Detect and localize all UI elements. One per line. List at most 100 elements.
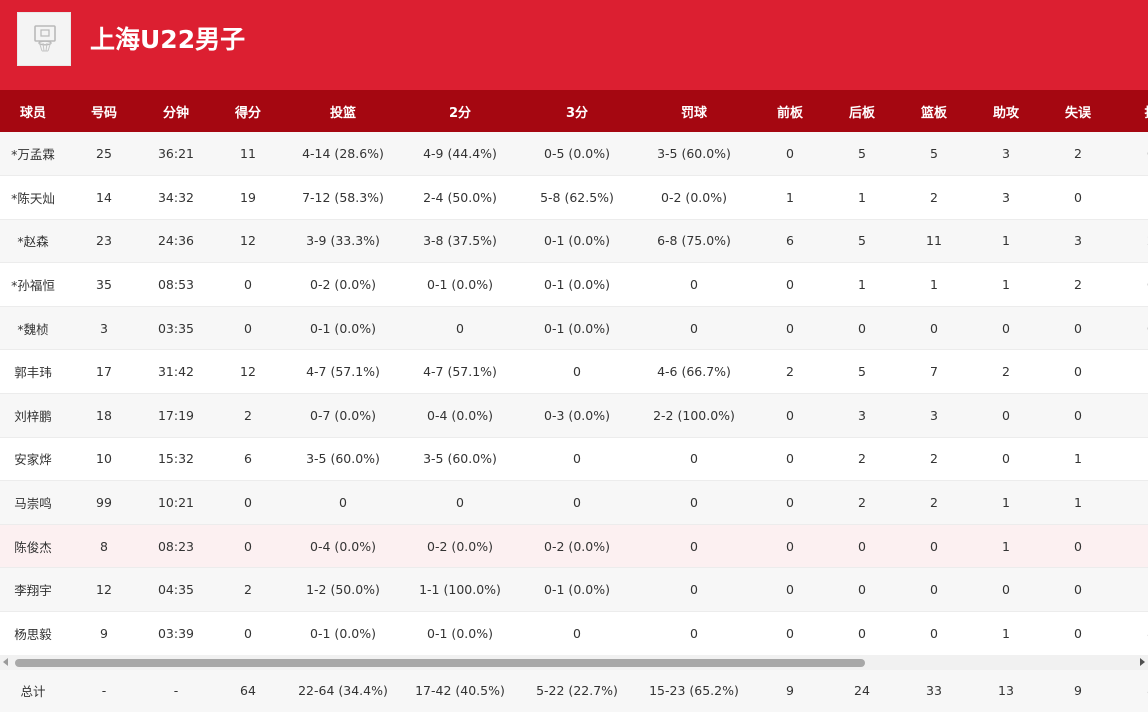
scroll-left-arrow-icon[interactable]: [3, 658, 8, 666]
stat-cell-points: 11: [210, 132, 286, 177]
player-name[interactable]: *赵森: [0, 219, 66, 264]
stat-cell-2pt: 0: [400, 480, 520, 525]
player-row[interactable]: 杨思毅903:3900-1 (0.0%)0-1 (0.0%)00000108: [0, 611, 1148, 655]
total-cell-ast: 13: [970, 670, 1042, 712]
player-row[interactable]: *赵森 23 24:36 12 3-9 (33.3%) 3-8 (37.5%) 0-1 (0…: [0, 219, 1148, 264]
total-cell-points: 64: [210, 670, 286, 712]
stat-cell-minutes: 03:35: [142, 306, 210, 351]
stat-cell-tov: 0: [1042, 306, 1114, 351]
stat-cell-reb: 5: [898, 132, 970, 177]
stat-cell-2pt: 0: [400, 306, 520, 351]
player-name[interactable]: 陈俊杰: [0, 524, 66, 569]
stat-cell-stl: 1: [1114, 437, 1148, 482]
total-cell-ft: 15-23 (65.2%): [634, 670, 754, 712]
stat-cell-fg: 0-2 (0.0%): [286, 262, 400, 307]
stat-cell-minutes: 03:39: [142, 611, 210, 655]
stat-cell-oreb: 0: [754, 306, 826, 351]
stat-cell-oreb: 0: [754, 611, 826, 655]
stat-cell-minutes: 24:36: [142, 219, 210, 264]
stat-cell-dreb: 1: [826, 262, 898, 307]
player-row[interactable]: 李翔宇 12 04:35 2 1-2 (50.0%) 1-1 (100.0%) 0-1 (0…: [0, 567, 1148, 613]
column-header-dreb[interactable]: 后板: [826, 90, 898, 132]
column-header-3pt[interactable]: 3分: [520, 90, 634, 132]
player-name[interactable]: *魏桢: [0, 306, 66, 351]
player-name[interactable]: *万孟霖: [0, 132, 66, 177]
stat-cell-dreb: 5: [826, 349, 898, 395]
player-name[interactable]: *孙福恒: [0, 262, 66, 307]
player-row[interactable]: 马崇鸣9910:2100000022111: [0, 480, 1148, 525]
player-row[interactable]: *孙福恒 35 08:53 0 0-2 (0.0%) 0-1 (0.0%) 0-1 (0.0…: [0, 262, 1148, 307]
stat-cell-fg: 0-4 (0.0%): [286, 524, 400, 569]
player-row[interactable]: 刘梓鹏 18 17:19 2 0-7 (0.0%) 0-4 (0.0%) 0-3 (0.0%…: [0, 393, 1148, 438]
player-row[interactable]: 安家烨 10 15:32 6 3-5 (60.0%) 3-5 (60.0%) 0 0 0 2 2 0 1…: [0, 437, 1148, 482]
horizontal-scrollbar[interactable]: [0, 655, 1148, 670]
stat-cell-ast: 1: [970, 480, 1042, 525]
column-header-tov[interactable]: 失误: [1042, 90, 1114, 132]
player-row[interactable]: *魏桢303:3500-1 (0.0%)00-1 (0.0%)0000000: [0, 306, 1148, 351]
basketball-hoop-icon: [34, 25, 56, 52]
player-name[interactable]: 杨思毅: [0, 611, 66, 655]
player-name[interactable]: 李翔宇: [0, 567, 66, 613]
column-header-2pt[interactable]: 2分: [400, 90, 520, 132]
column-header-player[interactable]: 球员: [0, 90, 66, 132]
player-row[interactable]: 陈俊杰 8 08:23 0 0-4 (0.0%) 0-2 (0.0%) 0-2 (0.0%)…: [0, 524, 1148, 569]
stat-cell-dreb: 0: [826, 524, 898, 569]
player-row[interactable]: 郭丰玮 17 31:42 12 4-7 (57.1%) 4-7 (57.1%) 0 4-6 (…: [0, 349, 1148, 395]
total-cell-fg: 22-64 (34.4%): [286, 670, 400, 712]
stat-cell-fg: 0-7 (0.0%): [286, 393, 400, 438]
column-header-fg[interactable]: 投篮: [286, 90, 400, 132]
stat-cell-tov: 2: [1042, 132, 1114, 177]
stat-cell-points: 6: [210, 437, 286, 482]
scrollbar-thumb[interactable]: [15, 659, 865, 667]
column-header-reb[interactable]: 篮板: [898, 90, 970, 132]
player-name[interactable]: *陈天灿: [0, 175, 66, 220]
stat-cell-reb: 1: [898, 262, 970, 307]
stat-cell-ft: 0: [634, 611, 754, 655]
stat-cell-3pt: 0: [520, 437, 634, 482]
stat-cell-dreb: 0: [826, 306, 898, 351]
scroll-right-arrow-icon[interactable]: [1140, 658, 1145, 666]
totals-row: 总计 - -64 22-64 (34.4%) 17-42 (40.5%) 5-22 (22…: [0, 670, 1148, 712]
player-row[interactable]: *陈天灿 14 34:32 19 7-12 (58.3%) 2-4 (50.0%) 5-8 …: [0, 175, 1148, 220]
column-header-ast[interactable]: 助攻: [970, 90, 1042, 132]
stat-cell-3pt: 0-1 (0.0%): [520, 306, 634, 351]
stat-cell-oreb: 0: [754, 524, 826, 569]
stat-cell-minutes: 04:35: [142, 567, 210, 613]
stat-cell-oreb: 0: [754, 567, 826, 613]
player-name[interactable]: 刘梓鹏: [0, 393, 66, 438]
player-name[interactable]: 郭丰玮: [0, 349, 66, 395]
stat-cell-points: 0: [210, 306, 286, 351]
stat-cell-number: 8: [66, 524, 142, 569]
column-header-stl[interactable]: 抢: [1114, 90, 1148, 132]
player-name[interactable]: 安家烨: [0, 437, 66, 482]
stat-cell-dreb: 5: [826, 132, 898, 177]
stat-cell-number: 17: [66, 349, 142, 395]
total-cell-minutes: -: [142, 670, 210, 712]
player-name[interactable]: 马崇鸣: [0, 480, 66, 525]
column-header-oreb[interactable]: 前板: [754, 90, 826, 132]
totals-label: 总计: [0, 670, 66, 712]
stat-cell-ft: 0: [634, 480, 754, 525]
stat-cell-oreb: 0: [754, 132, 826, 177]
stat-cell-points: 0: [210, 262, 286, 307]
stat-cell-number: 9: [66, 611, 142, 655]
column-header-number[interactable]: 号码: [66, 90, 142, 132]
column-header-points[interactable]: 得分: [210, 90, 286, 132]
stat-cell-2pt: 2-4 (50.0%): [400, 175, 520, 220]
stat-cell-3pt: 0-2 (0.0%): [520, 524, 634, 569]
stat-cell-minutes: 15:32: [142, 437, 210, 482]
stat-cell-fg: 7-12 (58.3%): [286, 175, 400, 220]
player-row[interactable]: *万孟霖 25 36:21 11 4-14 (28.6%) 4-9 (44.4%) 0-5 …: [0, 132, 1148, 177]
stat-cell-reb: 11: [898, 219, 970, 264]
player-stats-table[interactable]: 球员号码分钟得分投篮2分3分罚球前板后板篮板助攻失误抢 *万孟霖2536:211…: [0, 90, 1148, 655]
stat-cell-dreb: 5: [826, 219, 898, 264]
stat-cell-oreb: 2: [754, 349, 826, 395]
stat-cell-stl: 1: [1114, 349, 1148, 395]
stat-cell-3pt: 0-1 (0.0%): [520, 567, 634, 613]
stat-cell-2pt: 3-8 (37.5%): [400, 219, 520, 264]
stat-cell-3pt: 0: [520, 349, 634, 395]
stat-cell-oreb: 0: [754, 393, 826, 438]
column-header-ft[interactable]: 罚球: [634, 90, 754, 132]
stat-cell-number: 99: [66, 480, 142, 525]
column-header-minutes[interactable]: 分钟: [142, 90, 210, 132]
